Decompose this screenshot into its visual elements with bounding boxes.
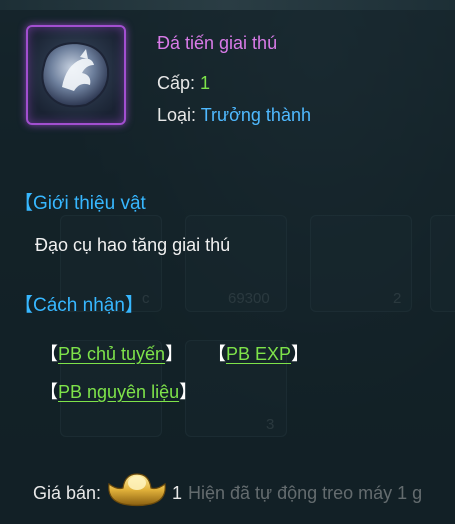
gold-ingot-icon — [108, 473, 166, 507]
item-tooltip-screen: c 69300 2 3 Đá tiến giai thú Cấp: — [0, 0, 455, 524]
source-link-row: 【PB nguyên liệu】 — [40, 382, 198, 402]
item-icon-frame — [26, 25, 126, 125]
item-type-label: Loại: — [157, 105, 197, 125]
item-name: Đá tiến giai thú — [157, 33, 278, 53]
item-tooltip: Đá tiến giai thú Cấp: 1 Loại: Trưởng thà… — [0, 0, 455, 524]
item-type-line: Loại: Trưởng thành — [157, 105, 311, 126]
source-link-exp-dungeon[interactable]: PB EXP — [226, 344, 291, 364]
item-level-label: Cấp: — [157, 73, 196, 93]
tooltip-top-border — [0, 0, 455, 10]
source-link-row: 【PB chủ tuyến】 — [40, 344, 184, 364]
auto-idle-notice: Hiện đã tự động treo máy 1 g — [188, 483, 423, 503]
source-link-material-dungeon[interactable]: PB nguyên liệu — [58, 382, 179, 402]
intro-section-title: 【Giới thiệu vật — [14, 193, 146, 214]
obtain-section-title: 【Cách nhận】 — [14, 295, 144, 316]
source-link-row: 【PB EXP】 — [208, 344, 310, 364]
item-level-line: Cấp: 1 — [157, 73, 210, 94]
sell-price-label: Giá bán: — [33, 483, 102, 503]
item-level-value: 1 — [200, 73, 211, 93]
item-type-value: Trưởng thành — [200, 105, 311, 125]
item-description: Đạo cụ hao tăng giai thú — [35, 235, 231, 255]
beast-stone-icon — [41, 41, 110, 108]
source-link-main-quest[interactable]: PB chủ tuyến — [58, 344, 165, 364]
sell-price-value: 1 — [172, 483, 183, 503]
